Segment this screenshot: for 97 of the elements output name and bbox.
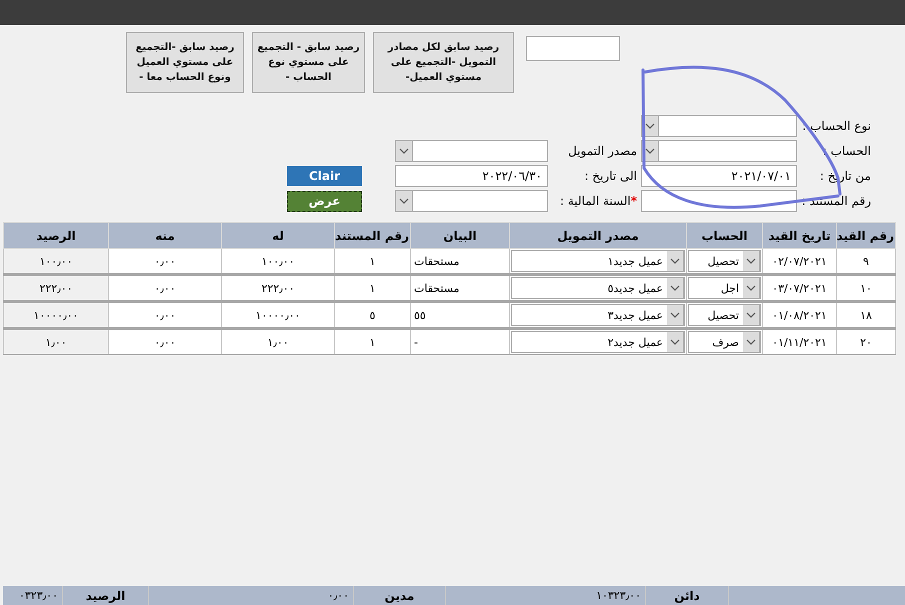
combo-field[interactable]: صرف xyxy=(688,331,761,353)
dropdown-button[interactable] xyxy=(396,141,413,161)
combo-field[interactable]: عميل جديد١ xyxy=(511,250,685,272)
combo-field[interactable]: عميل جديد٢ xyxy=(511,331,685,353)
table-cell: ٩ xyxy=(836,248,896,274)
total-value: ٠٫٠٠ xyxy=(148,586,353,605)
table-cell: ٠١/١١/٢٠٢١ xyxy=(762,328,836,354)
field-label: السنة المالية : xyxy=(560,194,631,208)
table-cell: ٠٫٠٠ xyxy=(108,328,222,354)
total-label: دائن xyxy=(645,586,728,605)
report-button[interactable]: رصيد سابق - التجميع على مستوي نوع الحساب - xyxy=(252,32,365,93)
combo-value: عميل جديد٥ xyxy=(608,282,663,294)
table-cell: ٠٫٠٠ xyxy=(108,248,222,274)
table-cell: ٠١/٠٨/٢٠٢١ xyxy=(762,302,836,328)
table-cell: ١٠٠٫٠٠ xyxy=(222,248,334,274)
combo-value: عميل جديد٢ xyxy=(608,336,663,348)
report-button[interactable]: رصيد سابق -التجميع على مستوي العميل ونوع الحساب معا - xyxy=(126,32,244,93)
input-field[interactable]: ٢٠٢٢/٠٦/٣٠ xyxy=(395,165,548,187)
combo-value: عميل جديد٣ xyxy=(608,308,663,322)
table-cell: ٥٥ xyxy=(410,302,510,328)
dropdown-button[interactable] xyxy=(667,251,684,271)
table-cell: مستحقات xyxy=(410,248,510,274)
table-cell: ١٨ xyxy=(836,302,896,328)
table-cell: ٠٫٠٠ xyxy=(108,274,222,302)
combo-field[interactable] xyxy=(395,140,548,162)
required-mark: * xyxy=(630,194,637,208)
dropdown-button[interactable] xyxy=(743,332,760,352)
combo-value: عميل جديد١ xyxy=(608,254,663,268)
table-cell: ٢٢٢٫٠٠ xyxy=(4,274,108,302)
chevron-icon xyxy=(746,312,756,318)
table-cell: مستحقات xyxy=(410,274,510,302)
table-cell: ٢٢٢٫٠٠ xyxy=(222,274,334,302)
chevron-icon xyxy=(399,148,409,154)
combo-field[interactable]: تحصيل xyxy=(688,304,761,326)
combo-field[interactable]: تحصيل xyxy=(688,250,761,272)
table-cell: ٠٣/٠٧/٢٠٢١ xyxy=(762,274,836,302)
table-cell: ٠٢/٠٧/٢٠٢١ xyxy=(762,248,836,274)
dropdown-button[interactable] xyxy=(743,278,760,298)
combo-field[interactable]: اجل xyxy=(688,277,761,299)
chevron-icon xyxy=(645,123,655,129)
table-cell: ١٠ xyxy=(836,274,896,302)
chevron-icon xyxy=(670,258,680,264)
table-cell: ٢٠ xyxy=(836,328,896,354)
chevron-icon xyxy=(746,285,756,291)
table-cell: ١ xyxy=(334,248,410,274)
combo-field[interactable]: عميل جديد٣ xyxy=(511,304,685,326)
combo-field[interactable]: عميل جديد٥ xyxy=(511,277,685,299)
table-cell: ٥ xyxy=(334,302,410,328)
field-label: الى تاريخ : xyxy=(584,169,637,183)
show-button[interactable]: عرض xyxy=(287,190,362,212)
table-cell: ١٠٠٠٠٫٠٠ xyxy=(4,302,108,328)
dropdown-button[interactable] xyxy=(743,305,760,325)
dropdown-button[interactable] xyxy=(667,332,684,352)
combo-value: اجل xyxy=(720,282,739,294)
combo-value: تحصيل xyxy=(708,308,739,322)
combo-field[interactable] xyxy=(641,115,797,137)
combo-field[interactable] xyxy=(395,190,548,212)
input-field[interactable]: ٢٠٢١/٠٧/٠١ xyxy=(641,165,797,187)
dropdown-button[interactable] xyxy=(667,305,684,325)
chevron-icon xyxy=(746,258,756,264)
table-cell: - xyxy=(410,328,510,354)
column-header[interactable]: الرصيد xyxy=(4,222,108,248)
column-header[interactable]: البيان xyxy=(410,222,510,248)
input-field[interactable] xyxy=(526,36,620,61)
table-cell: ١٠٠٫٠٠ xyxy=(4,248,108,274)
total-label: مدين xyxy=(353,586,445,605)
chevron-icon xyxy=(670,312,680,318)
column-header[interactable]: منه xyxy=(108,222,222,248)
table-cell: ١ xyxy=(334,328,410,354)
chevron-icon xyxy=(670,339,680,345)
chevron-icon xyxy=(399,198,409,204)
column-header[interactable]: له xyxy=(222,222,334,248)
dropdown-button[interactable] xyxy=(667,278,684,298)
table-cell: ١ xyxy=(334,274,410,302)
table-cell: ١٫٠٠ xyxy=(4,328,108,354)
field-label: مصدر التمويل xyxy=(568,144,637,158)
column-header[interactable]: رقم القيد xyxy=(836,222,896,248)
clear-button[interactable]: Clair xyxy=(287,166,362,186)
column-header[interactable]: مصدر التمويل xyxy=(510,222,686,248)
table-cell: ١٠٠٠٠٫٠٠ xyxy=(222,302,334,328)
combo-field[interactable] xyxy=(641,140,797,162)
column-header[interactable]: الحساب xyxy=(686,222,762,248)
total-label: الرصيد xyxy=(62,586,148,605)
report-button[interactable]: رصيد سابق لكل مصادر التمويل -التجميع على مستوي العميل- xyxy=(373,32,514,93)
table-cell: ٠٫٠٠ xyxy=(108,302,222,328)
total-value: ١٠٣٢٣٫٠٠ xyxy=(445,586,645,605)
column-header[interactable]: رقم المستند xyxy=(334,222,410,248)
chevron-icon xyxy=(645,148,655,154)
dropdown-button[interactable] xyxy=(743,251,760,271)
dropdown-button[interactable] xyxy=(396,191,413,211)
chevron-icon xyxy=(670,285,680,291)
combo-value: تحصيل xyxy=(708,254,739,268)
chevron-icon xyxy=(746,339,756,345)
table-cell: ١٫٠٠ xyxy=(222,328,334,354)
combo-value: صرف xyxy=(712,336,739,348)
total-value: ٠٣٢٣٫٠٠ xyxy=(18,588,59,604)
column-header[interactable]: تاريخ القيد xyxy=(762,222,836,248)
